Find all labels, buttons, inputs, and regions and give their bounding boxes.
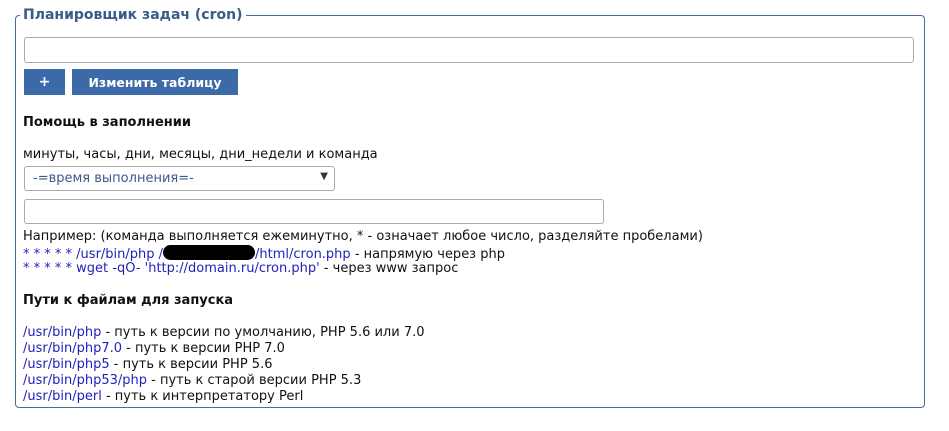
crontab-line-input[interactable] [24, 37, 914, 63]
path-item: /usr/bin/php - путь к версии по умолчани… [23, 325, 425, 341]
path-desc: - путь к интерпретатору Perl [101, 389, 304, 404]
example-path-start: /usr/bin/php / [76, 247, 164, 262]
fields-caption: минуты, часы, дни, месяцы, дни_недели и … [23, 147, 378, 162]
time-select[interactable]: -=время выполнения=- ▼ [24, 166, 335, 191]
chevron-down-icon: ▼ [320, 171, 328, 182]
path-link[interactable]: /usr/bin/php [23, 325, 101, 340]
path-link[interactable]: /usr/bin/php5 [23, 357, 110, 372]
command-input[interactable] [24, 199, 604, 224]
path-desc: - путь к старой версии PHP 5.3 [147, 373, 362, 388]
help-heading: Помощь в заполнении [23, 115, 191, 130]
example-stars: * * * * * [23, 247, 73, 262]
path-link[interactable]: /usr/bin/perl [23, 389, 102, 404]
path-desc: - путь к версии PHP 5.6 [109, 357, 273, 372]
path-item: /usr/bin/php7.0 - путь к версии PHP 7.0 [23, 341, 285, 357]
example-wget-command: wget -qO- 'http://domain.ru/cron.php' [76, 261, 320, 276]
edit-table-button[interactable]: Изменить таблицу [72, 69, 238, 95]
example-line-wget: * * * * * wget -qO- 'http://domain.ru/cr… [23, 261, 458, 277]
example-caption: Например: (команда выполняется ежеминутн… [23, 229, 703, 244]
path-desc: - путь к версии по умолчанию, PHP 5.6 ил… [101, 325, 425, 340]
time-select-value: -=время выполнения=- [33, 171, 194, 186]
paths-heading: Пути к файлам для запуска [23, 293, 234, 308]
path-link[interactable]: /usr/bin/php53/php [23, 373, 147, 388]
add-button[interactable]: + [24, 69, 65, 95]
redacted-block [163, 245, 256, 260]
path-desc: - путь к версии PHP 7.0 [122, 341, 285, 356]
path-link[interactable]: /usr/bin/php7.0 [23, 341, 122, 356]
example-note: - напрямую через php [350, 247, 505, 262]
path-item: /usr/bin/perl - путь к интерпретатору Pe… [23, 389, 303, 405]
example-stars: * * * * * [23, 261, 73, 276]
example-note: - через www запрос [319, 261, 459, 276]
example-path-end: /html/cron.php [255, 247, 351, 262]
cron-fieldset-legend: Планировщик задач (cron) [20, 5, 247, 25]
path-item: /usr/bin/php5 - путь к версии PHP 5.6 [23, 357, 272, 373]
path-item: /usr/bin/php53/php - путь к старой верси… [23, 373, 361, 389]
